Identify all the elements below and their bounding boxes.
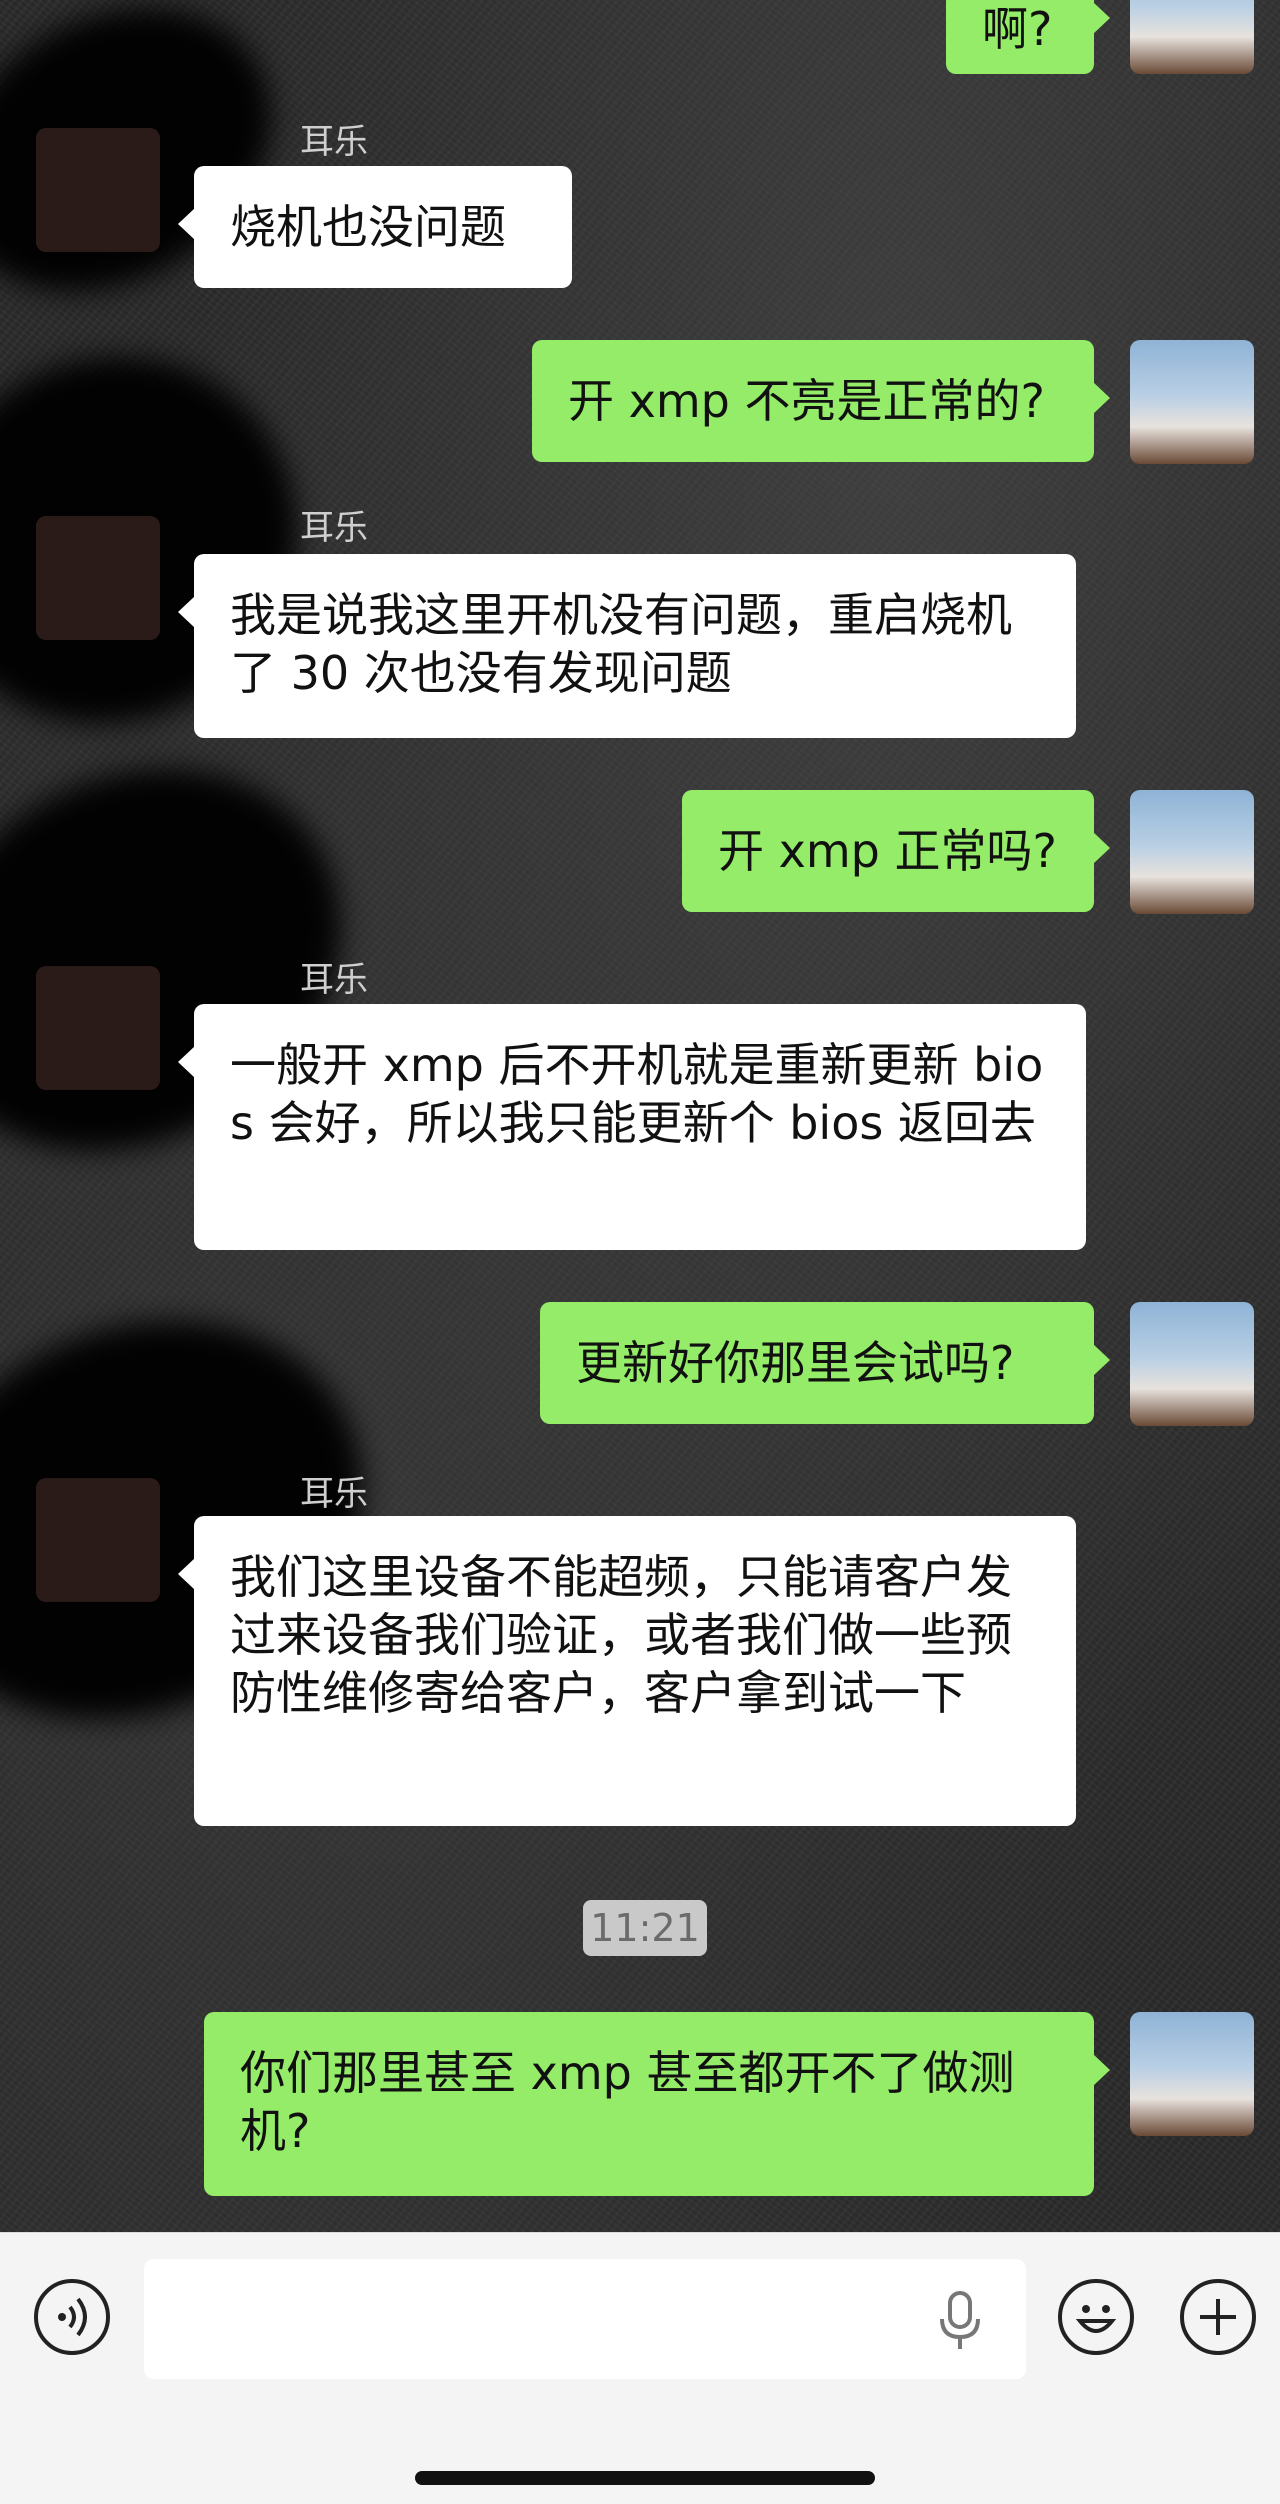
contact-avatar[interactable] <box>36 516 160 640</box>
my-avatar[interactable] <box>1130 2012 1254 2136</box>
contact-avatar[interactable] <box>36 1478 160 1602</box>
microphone-icon[interactable] <box>936 2289 984 2353</box>
my-avatar[interactable] <box>1130 340 1254 464</box>
outgoing-message[interactable]: 你们那里甚至 xmp 甚至都开不了做测机? <box>204 2012 1110 2196</box>
chat-background: 啊? 耳乐 烧机也没问题 开 xmp 不亮是正常的? 耳乐 我是说我这里开机没有… <box>0 0 1280 2232</box>
plus-icon[interactable] <box>1180 2279 1256 2355</box>
timestamp: 11:21 <box>583 1900 707 1956</box>
sender-name: 耳乐 <box>300 1474 368 1514</box>
incoming-message[interactable]: 一般开 xmp 后不开机就是重新更新 bios 会好，所以我只能更新个 bios… <box>178 1004 1086 1250</box>
sender-name: 耳乐 <box>300 508 368 548</box>
sender-name: 耳乐 <box>300 960 368 1000</box>
my-avatar[interactable] <box>1130 1302 1254 1426</box>
sender-name: 耳乐 <box>300 122 368 162</box>
outgoing-message[interactable]: 更新好你那里会试吗? <box>540 1302 1110 1424</box>
outgoing-message[interactable]: 开 xmp 正常吗? <box>682 790 1110 912</box>
incoming-message[interactable]: 我是说我这里开机没有问题，重启烧机了 30 次也没有发现问题 <box>178 554 1076 738</box>
contact-avatar[interactable] <box>36 128 160 252</box>
outgoing-message[interactable]: 啊? <box>946 0 1110 74</box>
voice-wave-icon[interactable] <box>34 2279 110 2355</box>
smiley-icon[interactable] <box>1058 2279 1134 2355</box>
incoming-message[interactable]: 我们这里设备不能超频，只能请客户发过来设备我们验证，或者我们做一些预防性维修寄给… <box>178 1516 1076 1826</box>
message-input[interactable] <box>144 2259 1026 2379</box>
outgoing-message[interactable]: 开 xmp 不亮是正常的? <box>532 340 1110 462</box>
my-avatar[interactable] <box>1130 790 1254 914</box>
incoming-message[interactable]: 烧机也没问题 <box>178 166 572 288</box>
home-indicator[interactable] <box>415 2471 875 2485</box>
input-bar <box>0 2232 1280 2504</box>
my-avatar[interactable] <box>1130 0 1254 74</box>
contact-avatar[interactable] <box>36 966 160 1090</box>
